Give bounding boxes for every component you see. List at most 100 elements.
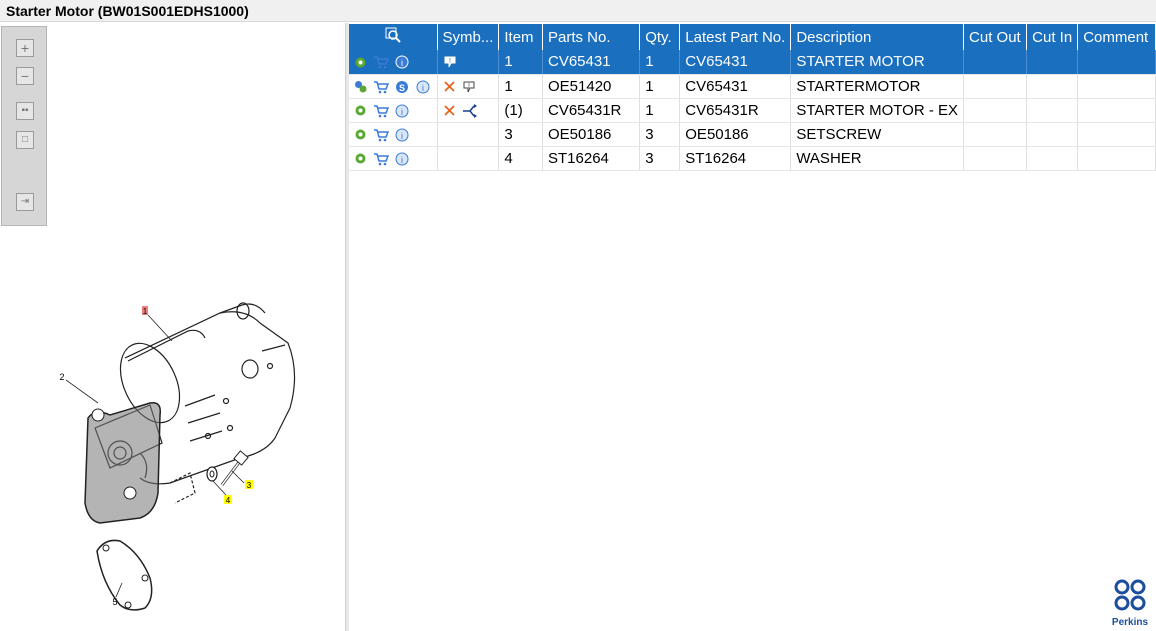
column-header-latest-part-no[interactable]: Latest Part No. (679, 24, 792, 50)
brand-name: Perkins (1111, 617, 1149, 628)
parts-list-pane: Symb... Item Parts No. Qty. Latest Part … (349, 23, 1156, 631)
gear-icon[interactable] (354, 152, 367, 165)
callout-4: 4 (226, 496, 231, 505)
cell-cut-in (1026, 122, 1079, 147)
zoom-toolbar: + − ▪▪ □ ⇥ (1, 26, 47, 226)
search-view-icon[interactable] (385, 27, 401, 43)
table-row[interactable]: i ! 1 CV65431 1 CV65431 STARTER MOTOR (349, 50, 1156, 75)
replace-icon[interactable] (462, 103, 478, 118)
cell-description: STARTER MOTOR (790, 50, 965, 75)
cell-comment (1077, 74, 1156, 99)
callout-2: 2 (59, 372, 64, 382)
row-actions: i (349, 50, 438, 75)
cell-qty: 1 (639, 98, 681, 123)
gear-icon[interactable] (354, 128, 367, 141)
column-header-comment[interactable]: Comment (1077, 24, 1156, 50)
info-icon[interactable]: i (416, 80, 430, 94)
cell-cut-out (963, 74, 1028, 99)
column-header-qty[interactable]: Qty. (639, 24, 681, 50)
row-actions: i (349, 122, 438, 147)
info-icon[interactable]: i (395, 55, 409, 69)
cell-comment (1077, 122, 1156, 147)
window-title: Starter Motor (BW01S001EDHS1000) (0, 0, 1156, 22)
cell-description: STARTER MOTOR - EX (790, 98, 965, 123)
cross-icon[interactable] (443, 80, 456, 93)
gears-icon[interactable] (354, 80, 367, 93)
table-row[interactable]: S i ! 1 OE51420 1 CV65431 STARTERMOTOR (349, 74, 1156, 99)
cross-icon[interactable] (443, 104, 456, 117)
cell-description: STARTERMOTOR (790, 74, 965, 99)
svg-text:i: i (401, 107, 403, 117)
svg-text:S: S (399, 83, 405, 93)
info-icon[interactable]: i (395, 104, 409, 118)
svg-text:!: ! (468, 83, 470, 90)
cell-latest-part-no: OE50186 (679, 122, 792, 147)
column-header-symbols[interactable]: Symb... (437, 24, 500, 50)
info-icon[interactable]: i (395, 152, 409, 166)
zoom-in-icon[interactable]: + (16, 39, 34, 57)
cell-item: 4 (498, 146, 543, 171)
cell-part-no: ST16264 (542, 146, 641, 171)
gear-icon[interactable] (354, 56, 367, 69)
cart-icon[interactable] (373, 104, 390, 118)
cell-item: 1 (498, 74, 543, 99)
balloon-icon[interactable]: ! (462, 80, 476, 94)
row-actions: S i (349, 74, 438, 99)
table-row[interactable]: i 4 ST16264 3 ST16264 WASHER (349, 146, 1156, 171)
cell-latest-part-no: ST16264 (679, 146, 792, 171)
column-header-cut-in[interactable]: Cut In (1026, 24, 1079, 50)
column-header-parts-no[interactable]: Parts No. (542, 24, 641, 50)
cell-item: 1 (498, 50, 543, 75)
cell-latest-part-no: CV65431 (679, 50, 792, 75)
balloon-icon[interactable]: ! (443, 55, 457, 69)
cell-description: SETSCREW (790, 122, 965, 147)
svg-text:i: i (401, 131, 403, 141)
column-header-actions[interactable] (349, 24, 438, 50)
cell-comment (1077, 146, 1156, 171)
cell-part-no: OE50186 (542, 122, 641, 147)
cell-cut-in (1026, 50, 1079, 75)
cart-icon[interactable] (373, 152, 390, 166)
perkins-logo-mark (1114, 579, 1146, 611)
drawing-pane[interactable]: 1 2 3 4 5 + − ▪▪ □ ⇥ (0, 23, 345, 631)
column-header-description[interactable]: Description (790, 24, 965, 50)
row-symbols (437, 122, 500, 147)
cell-cut-out (963, 50, 1028, 75)
cell-part-no: CV65431 (542, 50, 641, 75)
svg-text:!: ! (449, 58, 451, 65)
row-actions: i (349, 146, 438, 171)
fit-page-icon[interactable]: □ (16, 131, 34, 149)
zoom-out-icon[interactable]: − (16, 67, 34, 85)
cell-part-no: OE51420 (542, 74, 641, 99)
cart-icon[interactable] (373, 55, 390, 69)
row-symbols (437, 98, 500, 123)
callout-5: 5 (112, 597, 117, 607)
cell-qty: 3 (639, 146, 681, 171)
cell-cut-in (1026, 74, 1079, 99)
fit-all-icon[interactable]: ▪▪ (16, 102, 34, 120)
cell-qty: 3 (639, 122, 681, 147)
svg-text:i: i (401, 155, 403, 165)
column-header-cut-out[interactable]: Cut Out (963, 24, 1028, 50)
cart-icon[interactable] (373, 80, 390, 94)
gear-icon[interactable] (354, 104, 367, 117)
table-header-row: Symb... Item Parts No. Qty. Latest Part … (349, 24, 1156, 50)
callout-1: 1 (143, 307, 148, 316)
cell-cut-out (963, 122, 1028, 147)
cell-item: 3 (498, 122, 543, 147)
table-row[interactable]: i 3 OE50186 3 OE50186 SETSCREW (349, 122, 1156, 147)
export-icon[interactable]: ⇥ (16, 193, 34, 211)
column-header-item[interactable]: Item (498, 24, 543, 50)
exploded-view-drawing[interactable]: 1 2 3 4 5 (0, 23, 345, 631)
svg-text:i: i (422, 83, 424, 93)
cart-icon[interactable] (373, 128, 390, 142)
s-icon[interactable]: S (395, 80, 409, 94)
info-icon[interactable]: i (395, 128, 409, 142)
cell-qty: 1 (639, 50, 681, 75)
cell-latest-part-no: CV65431R (679, 98, 792, 123)
perkins-logo: Perkins (1110, 578, 1150, 628)
cell-part-no: CV65431R (542, 98, 641, 123)
cell-description: WASHER (790, 146, 965, 171)
cell-cut-out (963, 98, 1028, 123)
table-row[interactable]: i (1) CV65431R 1 CV65431R STARTER MOTOR … (349, 98, 1156, 123)
